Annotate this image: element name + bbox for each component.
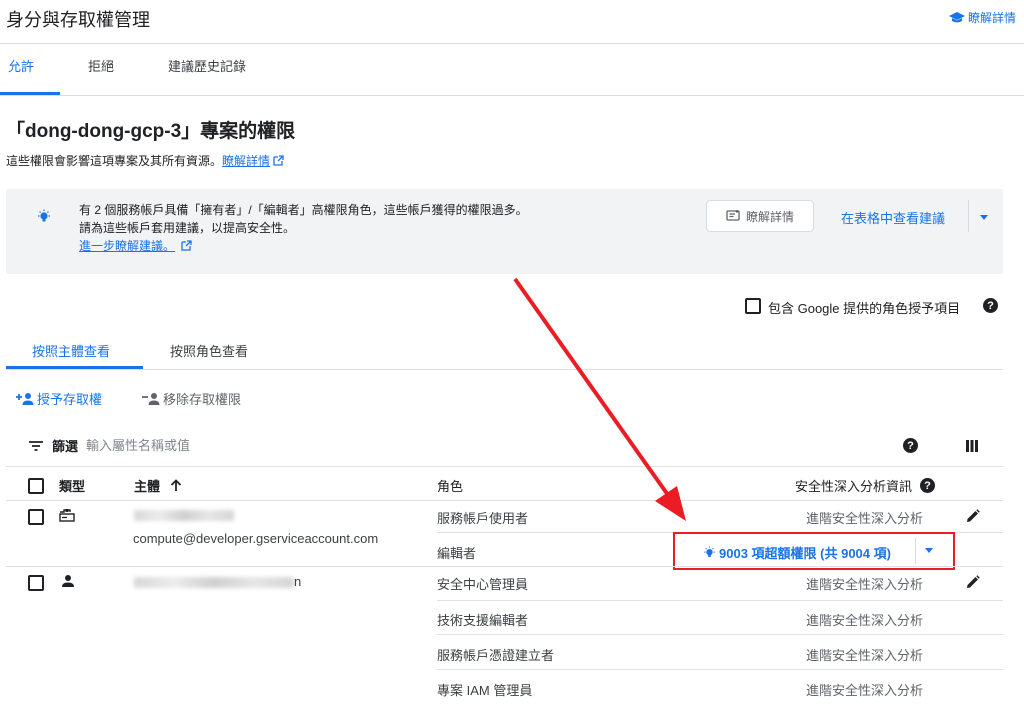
column-header-principal[interactable]: 主體	[134, 476, 182, 495]
filter-label: 篩選	[52, 439, 79, 454]
pencil-icon[interactable]	[966, 575, 980, 589]
table-top-divider	[6, 466, 1003, 467]
principal-email-fragment: n	[294, 574, 302, 589]
column-header-role: 角色	[437, 479, 464, 494]
lightbulb-icon	[38, 209, 50, 222]
graduation-cap-icon	[948, 11, 965, 22]
role-name: 服務帳戶憑證建立者	[437, 648, 555, 663]
row-checkbox[interactable]	[28, 575, 44, 591]
feedback-icon	[726, 210, 740, 221]
banner-learn-more-label: 瞭解詳情	[745, 209, 794, 224]
banner-learn-recommendations-link[interactable]: 進一步瞭解建議。	[79, 239, 175, 253]
external-link-icon	[273, 155, 285, 166]
help-icon[interactable]: ?	[920, 478, 936, 493]
banner-line-2: 請為這些帳戶套用建議，以提高安全性。	[79, 221, 296, 235]
column-display-icon[interactable]	[965, 439, 979, 453]
include-google-roles-checkbox[interactable]	[745, 298, 761, 314]
tabs-divider	[0, 95, 1024, 96]
column-header-principal-label: 主體	[134, 479, 161, 494]
tab-allow[interactable]: 允許	[8, 56, 34, 75]
page-description-text: 這些權限會影響這項專案及其所有資源。	[6, 154, 223, 168]
advanced-security-insight: 進階安全性深入分析	[806, 613, 924, 628]
column-header-security-insights-label: 安全性深入分析資訊	[795, 479, 913, 494]
grant-access-button[interactable]: 授予存取權	[15, 389, 102, 408]
role-name: 服務帳戶使用者	[437, 511, 529, 526]
annotation-highlight-box	[673, 532, 955, 570]
person-icon	[62, 575, 74, 587]
remove-access-label: 移除存取權限	[163, 392, 242, 407]
select-all-checkbox[interactable]	[28, 478, 44, 494]
add-person-icon	[16, 392, 34, 405]
banner-message: 有 2 個服務帳戶具備「擁有者」/「編輯者」高權限角色，這些帳戶獲得的權限過多。…	[79, 201, 528, 255]
remove-access-button[interactable]: 移除存取權限	[141, 389, 241, 408]
filter-input[interactable]	[86, 438, 287, 453]
advanced-security-insight: 進階安全性深入分析	[806, 511, 924, 526]
subtabs-divider	[6, 369, 1003, 370]
tab-deny[interactable]: 拒絕	[88, 56, 114, 75]
advanced-security-insight: 進階安全性深入分析	[806, 577, 924, 592]
column-header-security-insights: 安全性深入分析資訊 ?	[795, 476, 936, 495]
table-row-divider	[6, 566, 1003, 567]
banner-learn-more-button[interactable]: 瞭解詳情	[706, 200, 814, 232]
tab-view-by-role[interactable]: 按照角色查看	[170, 341, 248, 360]
tab-recommendation-history[interactable]: 建議歷史記錄	[168, 56, 246, 75]
filter-icon	[29, 440, 43, 451]
role-divider	[437, 600, 1003, 601]
banner-line-1: 有 2 個服務帳戶具備「擁有者」/「編輯者」高權限角色，這些帳戶獲得的權限過多。	[79, 203, 528, 217]
role-divider	[437, 669, 1003, 670]
row-checkbox[interactable]	[28, 509, 44, 525]
table-header-divider	[6, 500, 1003, 501]
page-header-title: 身分與存取權管理	[6, 10, 150, 30]
learn-more-link[interactable]: 瞭解詳情	[948, 9, 1016, 26]
column-header-type[interactable]: 類型	[59, 476, 85, 495]
role-divider	[437, 634, 1003, 635]
help-icon[interactable]: ?	[983, 298, 998, 313]
header-divider	[0, 43, 1024, 44]
role-name: 安全中心管理員	[437, 577, 529, 592]
principal-email: compute@developer.gserviceaccount.com	[133, 531, 379, 546]
role-name: 技術支援編輯者	[437, 613, 529, 628]
page-description: 這些權限會影響這項專案及其所有資源。瞭解詳情	[6, 152, 285, 169]
grant-access-label: 授予存取權	[37, 392, 103, 407]
remove-person-icon	[142, 392, 160, 405]
page-learn-more-link[interactable]: 瞭解詳情	[222, 154, 270, 168]
service-account-icon	[59, 509, 75, 522]
advanced-security-insight: 進階安全性深入分析	[806, 683, 924, 698]
include-google-roles-label: 包含 Google 提供的角色授予項目	[768, 301, 961, 316]
banner-button-separator	[968, 200, 969, 232]
filter-bar: 篩選	[28, 436, 287, 455]
pencil-icon[interactable]	[966, 509, 980, 523]
view-recommendations-in-table-button[interactable]: 在表格中查看建議	[841, 208, 945, 227]
external-link-icon	[181, 240, 193, 251]
role-name: 編輯者	[437, 546, 477, 561]
learn-more-label: 瞭解詳情	[967, 11, 1016, 25]
advanced-security-insight: 進階安全性深入分析	[806, 648, 924, 663]
role-name: 專案 IAM 管理員	[437, 683, 533, 698]
page-title: 「dong-dong-gcp-3」專案的權限	[6, 121, 296, 142]
arrow-up-icon	[170, 479, 182, 491]
chevron-down-icon[interactable]	[980, 215, 988, 220]
help-icon[interactable]: ?	[903, 438, 918, 453]
redacted-principal-name	[134, 510, 234, 521]
tab-view-by-principal[interactable]: 按照主體查看	[32, 341, 110, 360]
redacted-principal-name	[134, 577, 294, 588]
